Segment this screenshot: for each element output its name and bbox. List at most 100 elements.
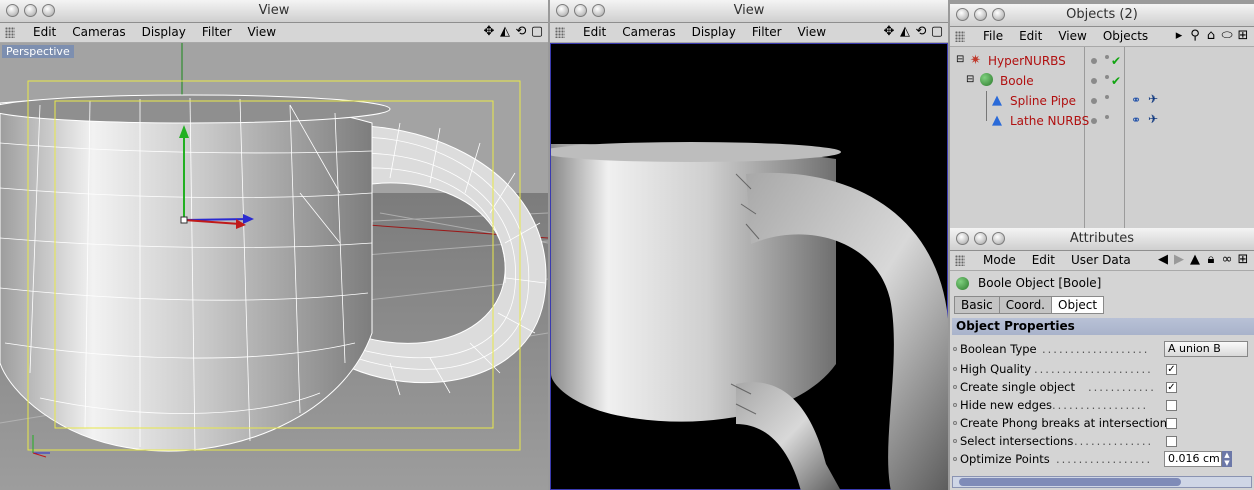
animation-bullet-icon[interactable]: [953, 421, 957, 425]
rotate-view-icon[interactable]: ⟲: [514, 24, 528, 40]
enabled-check-icon[interactable]: ✔: [1111, 55, 1121, 67]
menu-display[interactable]: Display: [684, 25, 744, 40]
menu-filter[interactable]: Filter: [744, 25, 790, 40]
menu-file[interactable]: File: [975, 29, 1011, 44]
create-phong-breaks-checkbox[interactable]: [1166, 418, 1177, 429]
section-header[interactable]: Object Properties: [952, 318, 1254, 335]
objects-titlebar[interactable]: Objects (2): [950, 4, 1254, 27]
perspective-viewport[interactable]: Perspective: [0, 43, 548, 490]
render-visibility-dot[interactable]: [1105, 55, 1109, 59]
panel-grip-icon[interactable]: [555, 27, 565, 38]
animation-bullet-icon[interactable]: [953, 367, 957, 371]
render-visibility-dot[interactable]: [1105, 75, 1109, 79]
menu-mode[interactable]: Mode: [975, 253, 1024, 268]
menu-edit[interactable]: Edit: [1011, 29, 1050, 44]
tree-line-icon: [986, 91, 987, 111]
object-row-spline-pipe[interactable]: ▲ Spline Pipe ⚭ ✈: [950, 91, 1254, 111]
menu-filter[interactable]: Filter: [194, 25, 240, 40]
animation-bullet-icon[interactable]: [953, 385, 957, 389]
object-row-boole[interactable]: ⊟ Boole ✔: [950, 71, 1254, 91]
move-view-icon[interactable]: ✥: [882, 24, 896, 40]
viewport-label[interactable]: Perspective: [2, 45, 74, 58]
editor-visibility-dot[interactable]: [1091, 78, 1097, 84]
menu-view[interactable]: View: [240, 25, 284, 40]
dotted-leader: ..............: [1074, 434, 1154, 448]
menu-objects[interactable]: Objects: [1095, 29, 1156, 44]
menu-display[interactable]: Display: [134, 25, 194, 40]
animation-bullet-icon[interactable]: [953, 457, 957, 461]
editor-visibility-dot[interactable]: [1091, 98, 1097, 104]
move-view-icon[interactable]: ✥: [482, 24, 496, 40]
menu-view[interactable]: View: [790, 25, 834, 40]
tab-object[interactable]: Object: [1051, 296, 1105, 314]
editor-visibility-dot[interactable]: [1091, 58, 1097, 64]
view1-titlebar[interactable]: View: [0, 0, 548, 23]
object-row-lathe-nurbs[interactable]: ▲ Lathe NURBS ⚭ ✈: [950, 111, 1254, 131]
layer-icon[interactable]: ⬭: [1220, 28, 1234, 44]
forward-arrow-icon[interactable]: ▶: [1172, 252, 1186, 268]
back-arrow-icon[interactable]: ◀: [1156, 252, 1170, 268]
optimize-points-input[interactable]: 0.016 cm: [1164, 451, 1222, 467]
view-window-perspective: View Edit Cameras Display Filter View ✥ …: [0, 0, 548, 490]
animation-bullet-icon[interactable]: [953, 439, 957, 443]
collapse-toggle-icon[interactable]: ⊟: [956, 55, 964, 65]
editor-visibility-dot[interactable]: [1091, 118, 1097, 124]
rotate-view-icon[interactable]: ⟲: [914, 24, 928, 40]
boolean-type-select[interactable]: A union B: [1164, 341, 1248, 357]
property-label: Boolean Type: [960, 342, 1037, 356]
up-arrow-icon[interactable]: ▲: [1188, 252, 1202, 268]
enabled-check-icon[interactable]: ✔: [1111, 75, 1121, 87]
menu-cameras[interactable]: Cameras: [614, 25, 683, 40]
texture-tag-icon[interactable]: ⚭: [1131, 94, 1141, 106]
new-panel-icon[interactable]: ⊞: [1236, 252, 1250, 268]
render-viewport[interactable]: [550, 43, 948, 490]
render-visibility-dot[interactable]: [1105, 115, 1109, 119]
texture-tag-icon[interactable]: ⚭: [1131, 114, 1141, 126]
object-name[interactable]: HyperNURBS: [988, 51, 1066, 71]
animation-bullet-icon[interactable]: [953, 347, 957, 351]
maximize-view-icon[interactable]: ▢: [530, 24, 544, 40]
menu-view[interactable]: View: [1050, 29, 1094, 44]
object-name[interactable]: Boole: [1000, 71, 1034, 91]
menu-edit[interactable]: Edit: [25, 25, 64, 40]
attributes-menubar: Mode Edit User Data ◀ ▶ ▲ 🔒︎ ∞ ⊞: [950, 251, 1254, 271]
horizontal-scrollbar[interactable]: [952, 476, 1252, 488]
panel-grip-icon[interactable]: [5, 27, 15, 38]
zoom-view-icon[interactable]: ◭: [498, 24, 512, 40]
phong-tag-icon[interactable]: ✈: [1148, 113, 1158, 125]
search-icon[interactable]: ⚲: [1188, 28, 1202, 44]
stepper-arrows-icon[interactable]: ▲ ▼: [1222, 451, 1232, 467]
property-optimize-points: Optimize Points ................. 0.016 …: [953, 450, 1248, 468]
collapse-toggle-icon[interactable]: ⊟: [966, 75, 974, 85]
object-name[interactable]: Spline Pipe: [1010, 91, 1076, 111]
render-visibility-dot[interactable]: [1105, 95, 1109, 99]
tab-basic[interactable]: Basic: [954, 296, 1000, 314]
scrollbar-thumb[interactable]: [959, 478, 1181, 486]
new-panel-icon[interactable]: ⊞: [1236, 28, 1250, 44]
expand-arrow-icon[interactable]: ▸: [1172, 28, 1186, 44]
dotted-leader: .................: [1052, 398, 1149, 412]
tab-coord[interactable]: Coord.: [998, 296, 1052, 314]
object-row-hypernurbs[interactable]: ⊟ ✷ HyperNURBS ✔: [950, 51, 1254, 71]
home-icon[interactable]: ⌂: [1204, 28, 1218, 44]
high-quality-checkbox[interactable]: ✓: [1166, 364, 1177, 375]
lock-icon[interactable]: 🔒︎: [1204, 252, 1218, 268]
menu-cameras[interactable]: Cameras: [64, 25, 133, 40]
panel-grip-icon[interactable]: [955, 255, 965, 266]
maximize-view-icon[interactable]: ▢: [930, 24, 944, 40]
zoom-view-icon[interactable]: ◭: [898, 24, 912, 40]
objects-menubar: File Edit View Objects ▸ ⚲ ⌂ ⬭ ⊞: [950, 27, 1254, 47]
menu-user-data[interactable]: User Data: [1063, 253, 1139, 268]
attributes-titlebar[interactable]: Attributes: [950, 228, 1254, 251]
hide-new-edges-checkbox[interactable]: [1166, 400, 1177, 411]
view2-titlebar[interactable]: View: [550, 0, 948, 23]
menu-edit[interactable]: Edit: [575, 25, 614, 40]
menu-edit[interactable]: Edit: [1024, 253, 1063, 268]
select-intersections-checkbox[interactable]: [1166, 436, 1177, 447]
create-single-object-checkbox[interactable]: ✓: [1166, 382, 1177, 393]
object-name[interactable]: Lathe NURBS: [1010, 111, 1089, 131]
animation-bullet-icon[interactable]: [953, 403, 957, 407]
link-icon[interactable]: ∞: [1220, 252, 1234, 268]
phong-tag-icon[interactable]: ✈: [1148, 93, 1158, 105]
panel-grip-icon[interactable]: [955, 31, 965, 42]
